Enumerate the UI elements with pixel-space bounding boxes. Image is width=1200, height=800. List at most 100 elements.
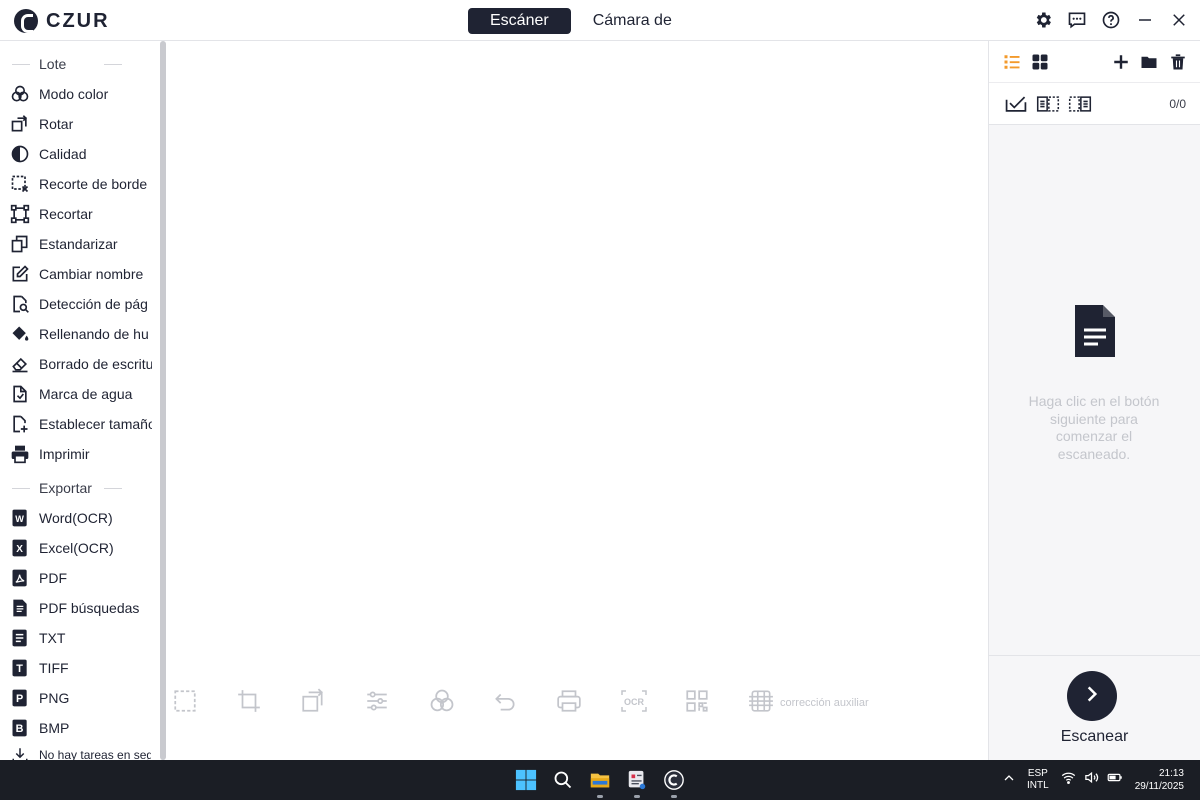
sidebar-item-standardize[interactable]: Estandarizar <box>0 229 166 259</box>
tool-color-mode[interactable] <box>426 687 490 719</box>
language-code: ESP <box>1027 768 1048 779</box>
tool-rotate[interactable] <box>298 687 362 719</box>
print-icon <box>9 444 30 465</box>
export-item-label: Excel(OCR) <box>39 540 114 556</box>
section-header-batch-label: Lote <box>39 56 67 72</box>
quick-settings[interactable] <box>1061 770 1123 790</box>
aux-correction-label: corrección auxiliar <box>780 697 869 709</box>
export-item-word[interactable]: W Word(OCR) <box>0 503 166 533</box>
taskbar-search-icon[interactable] <box>549 766 577 794</box>
tool-print[interactable] <box>554 687 618 719</box>
chevron-up-icon[interactable] <box>1003 771 1015 789</box>
feedback-chat-icon[interactable] <box>1066 9 1088 31</box>
svg-text:T: T <box>16 663 23 675</box>
export-item-txt[interactable]: TXT <box>0 623 166 653</box>
system-clock[interactable]: 21:13 29/11/2025 <box>1135 767 1184 793</box>
tool-undo[interactable] <box>490 687 554 719</box>
scan-button[interactable] <box>1067 671 1117 721</box>
page-count: 0/0 <box>1169 97 1186 111</box>
tool-crop[interactable] <box>234 687 298 719</box>
select-right-pages-icon[interactable] <box>1067 93 1093 115</box>
sidebar-item-print[interactable]: Imprimir <box>0 439 166 469</box>
add-icon[interactable] <box>1110 51 1132 73</box>
tool-select[interactable] <box>170 687 234 719</box>
wifi-icon <box>1061 770 1076 790</box>
page-detect-icon <box>9 294 30 315</box>
sidebar-item-label: Imprimir <box>39 446 90 462</box>
mode-tabs: Escáner Cámara de <box>468 8 694 34</box>
trash-icon[interactable] <box>1167 51 1189 73</box>
export-item-pdf[interactable]: PDF <box>0 563 166 593</box>
sidebar-item-page-detection[interactable]: Detección de pág <box>0 289 166 319</box>
select-all-icon[interactable] <box>1003 93 1029 115</box>
download-tray-icon <box>9 746 30 760</box>
tab-camera[interactable]: Cámara de <box>571 8 694 34</box>
windows-start-icon[interactable] <box>512 766 540 794</box>
title-bar: CZUR Escáner Cámara de <box>0 0 1200 41</box>
sidebar-item-label: Recorte de borde <box>39 176 148 192</box>
svg-text:B: B <box>15 723 23 735</box>
chevron-right-icon <box>1082 684 1102 709</box>
export-item-label: BMP <box>39 720 70 736</box>
export-item-png[interactable]: P PNG <box>0 683 166 713</box>
set-size-icon <box>9 414 30 435</box>
sidebar-item-crop[interactable]: Recortar <box>0 199 166 229</box>
window-controls <box>1032 9 1190 31</box>
settings-gear-icon[interactable] <box>1032 9 1054 31</box>
sidebar-item-watermark[interactable]: Marca de agua <box>0 379 166 409</box>
windows-taskbar: ESP INTL 21:13 29/11/2025 <box>0 760 1200 800</box>
sidebar-item-label: Rellenando de hu <box>39 326 149 342</box>
sidebar-item-set-size[interactable]: Establecer tamaño <box>0 409 166 439</box>
export-item-tiff[interactable]: T TIFF <box>0 653 166 683</box>
color-mode-icon <box>9 84 30 105</box>
clock-date: 29/11/2025 <box>1134 781 1184 792</box>
sidebar-item-label: Establecer tamaño <box>39 416 152 432</box>
pdf-icon <box>9 568 30 589</box>
sidebar-item-rename[interactable]: Cambiar nombre <box>0 259 166 289</box>
undo-icon <box>492 688 518 719</box>
sidebar-item-color-mode[interactable]: Modo color <box>0 79 166 109</box>
view-toolbar <box>989 41 1200 83</box>
grid-view-icon[interactable] <box>1029 51 1051 73</box>
czur-logo-icon <box>14 9 38 33</box>
tool-aux-correction[interactable]: corrección auxiliar <box>746 687 869 719</box>
language-indicator[interactable]: ESP INTL <box>1027 768 1049 792</box>
fill-icon <box>9 324 30 345</box>
scan-label: Escanear <box>1060 728 1129 745</box>
sidebar-item-label: Estandarizar <box>39 236 118 252</box>
file-explorer-icon[interactable] <box>586 766 614 798</box>
export-item-label: Word(OCR) <box>39 510 113 526</box>
svg-text:W: W <box>15 514 24 524</box>
png-icon: P <box>9 688 30 709</box>
tool-adjust[interactable] <box>362 687 426 719</box>
list-view-icon[interactable] <box>1001 51 1023 73</box>
minimize-icon[interactable] <box>1134 9 1156 31</box>
sidebar-item-rotate[interactable]: Rotar <box>0 109 166 139</box>
app-brand: CZUR <box>46 9 110 32</box>
tool-qr-code[interactable] <box>682 687 746 719</box>
folder-icon[interactable] <box>1138 51 1160 73</box>
aux-correction-icon <box>748 688 774 719</box>
sidebar-item-label: Recortar <box>39 206 93 222</box>
tool-ocr[interactable]: OCR <box>618 687 682 719</box>
help-icon[interactable] <box>1100 9 1122 31</box>
ocr-icon: OCR <box>620 688 648 719</box>
export-item-bmp[interactable]: B BMP <box>0 713 166 743</box>
sidebar-item-hole-fill[interactable]: Rellenando de hu <box>0 319 166 349</box>
tab-scanner[interactable]: Escáner <box>468 8 571 34</box>
snipping-tool-icon[interactable] <box>623 766 651 798</box>
system-tray: ESP INTL 21:13 29/11/2025 <box>1003 760 1184 800</box>
standardize-icon <box>9 234 30 255</box>
export-item-excel[interactable]: X Excel(OCR) <box>0 533 166 563</box>
battery-icon <box>1107 770 1123 790</box>
sidebar-item-handwriting-erase[interactable]: Borrado de escritu <box>0 349 166 379</box>
bmp-icon: B <box>9 718 30 739</box>
select-left-pages-icon[interactable] <box>1035 93 1061 115</box>
close-icon[interactable] <box>1168 9 1190 31</box>
section-header-batch: Lote <box>0 49 166 79</box>
word-icon: W <box>9 508 30 529</box>
sidebar-item-quality[interactable]: Calidad <box>0 139 166 169</box>
sidebar-item-edge-crop[interactable]: Recorte de borde <box>0 169 166 199</box>
export-item-searchable-pdf[interactable]: PDF búsquedas <box>0 593 166 623</box>
czur-app-icon[interactable] <box>660 766 688 798</box>
